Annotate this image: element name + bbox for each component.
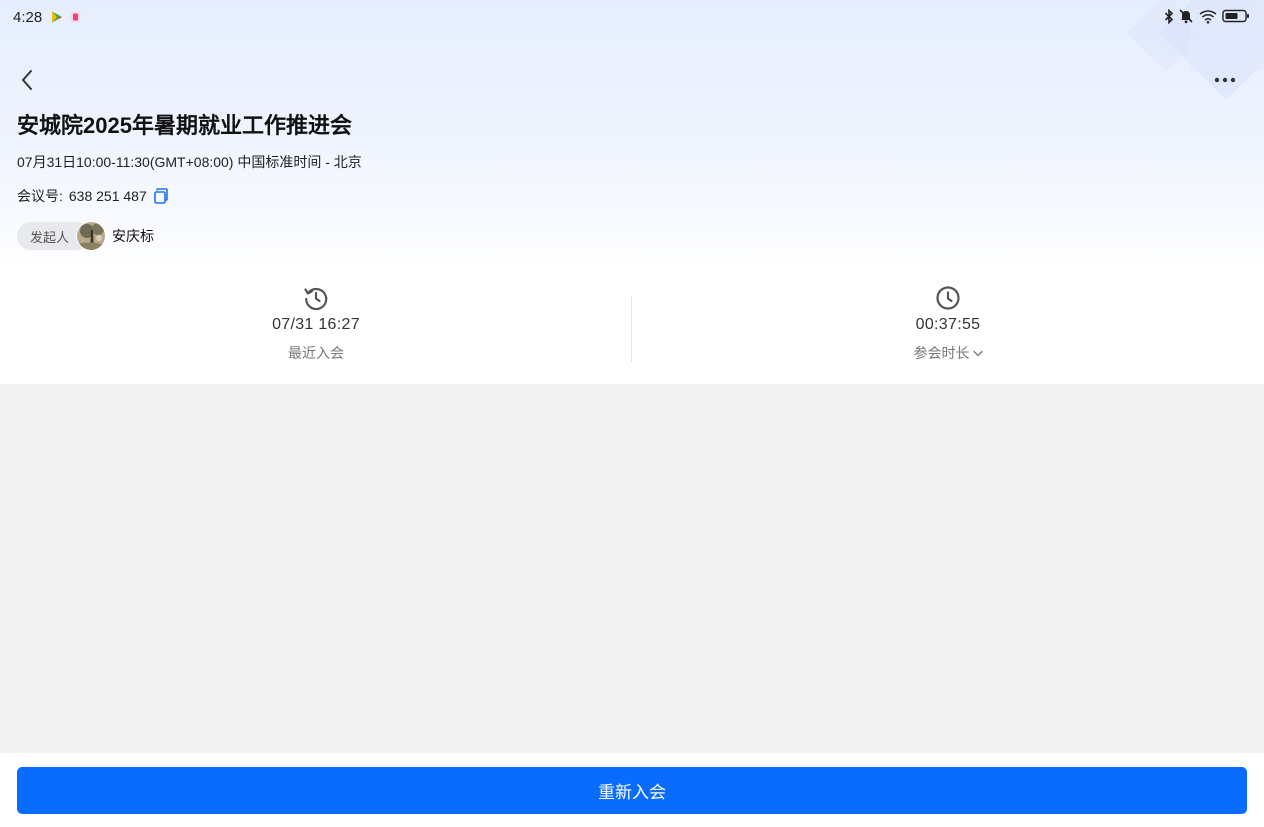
app-notification-icon [70,11,81,23]
avatar-image [77,222,106,250]
meeting-stats: 07/31 16:27 最近入会 00:37:55 参会时长 [0,282,1264,382]
host-name[interactable]: 安庆标 [112,226,154,246]
meeting-id-label: 会议号: [17,188,63,204]
duration-stat[interactable]: 00:37:55 参会时长 [632,282,1264,382]
duration-value: 00:37:55 [915,316,981,333]
mute-icon [1179,9,1193,24]
meeting-header-area: 4:28 安城院2025年暑期就业工作推进会 07月31日10:00-11:30… [0,0,1264,384]
rejoin-button[interactable]: 重新入会 [17,767,1247,814]
meeting-id-row: 会议号: 638 251 487 [17,186,169,206]
host-row: 发起人 安庆标 [17,221,154,251]
battery-icon [1222,9,1249,23]
chevron-down-icon [972,350,983,356]
last-join-stat: 07/31 16:27 最近入会 [0,282,632,382]
play-store-icon [52,11,62,23]
more-options-button[interactable] [1210,70,1240,90]
history-icon [304,287,328,311]
bluetooth-icon [1164,8,1174,24]
clock-icon [936,286,960,310]
last-join-label: 最近入会 [288,345,344,361]
last-join-value: 07/31 16:27 [272,316,360,333]
duration-label-row[interactable]: 参会时长 [914,343,983,363]
duration-label: 参会时长 [913,345,970,361]
more-horizontal-icon [1214,77,1236,83]
back-button[interactable] [14,66,40,94]
copy-icon[interactable] [153,188,169,204]
meeting-title: 安城院2025年暑期就业工作推进会 [17,113,352,138]
wifi-icon [1199,9,1217,24]
status-icons [1164,8,1250,24]
status-time: 4:28 [13,9,43,26]
status-bar: 4:28 [0,0,1264,36]
meeting-time-range: 07月31日10:00-11:30(GMT+08:00) 中国标准时间 - 北京 [17,154,362,170]
meeting-id-value: 638 251 487 [68,188,147,204]
bottom-action-bar: 重新入会 [0,753,1264,827]
avatar[interactable] [76,221,107,251]
chevron-left-icon [22,70,32,90]
